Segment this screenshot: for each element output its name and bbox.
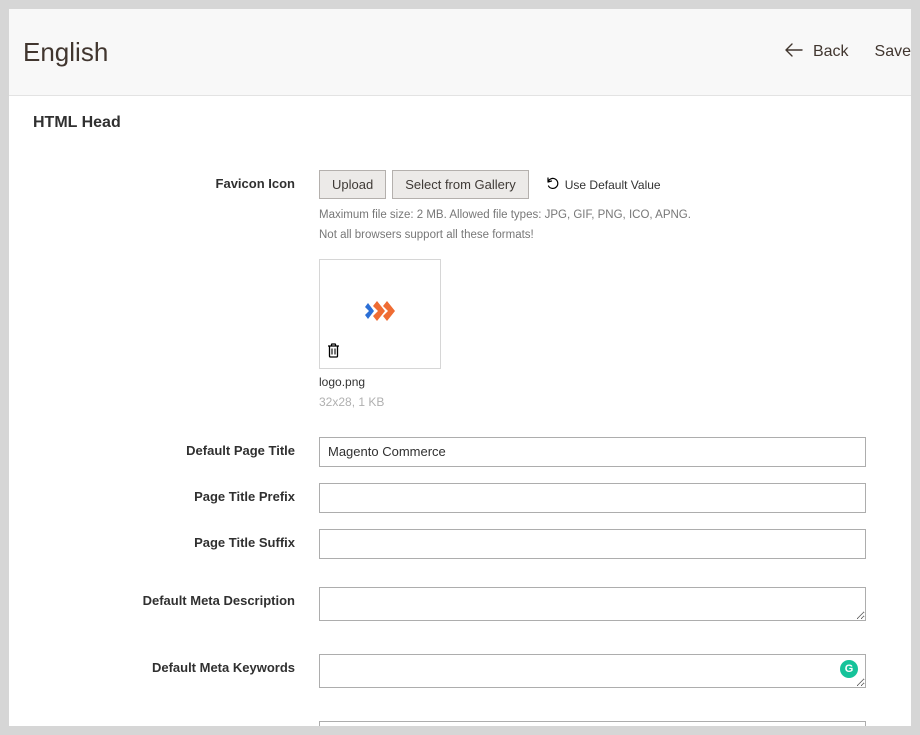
favicon-buttons: Upload Select from Gallery Use Default V… (319, 170, 866, 199)
row-title-suffix: Page Title Suffix (9, 529, 866, 559)
back-button[interactable]: Back (785, 43, 849, 62)
field-favicon: Upload Select from Gallery Use Default V… (319, 170, 866, 409)
save-button[interactable]: Save (875, 43, 911, 61)
favicon-hint-1: Maximum file size: 2 MB. Allowed file ty… (319, 207, 866, 224)
restore-default-button[interactable]: Use Default Value (545, 176, 661, 193)
label-title-prefix: Page Title Prefix (9, 483, 319, 513)
header-actions: Back Save (785, 43, 911, 62)
favicon-thumbnail (319, 259, 441, 369)
section-title: HTML Head (9, 96, 911, 132)
label-favicon: Favicon Icon (9, 170, 319, 409)
textarea-meta-keywords[interactable] (319, 654, 866, 688)
arrow-left-icon (785, 43, 803, 62)
favicon-dimensions: 32x28, 1 KB (319, 395, 866, 409)
row-meta-keywords: Default Meta Keywords (9, 654, 866, 693)
label-meta-description: Default Meta Description (9, 587, 319, 626)
page-root: English Back Save HTML Head Favicon Icon… (9, 9, 911, 726)
row-meta-description: Default Meta Description (9, 587, 866, 626)
gallery-button[interactable]: Select from Gallery (392, 170, 529, 199)
save-label: Save (875, 43, 911, 60)
label-default-page-title: Default Page Title (9, 437, 319, 467)
row-title-prefix: Page Title Prefix (9, 483, 866, 513)
label-scripts: Scripts and Style Sheets (9, 721, 319, 727)
label-meta-keywords: Default Meta Keywords (9, 654, 319, 693)
input-title-suffix[interactable] (319, 529, 866, 559)
upload-button[interactable]: Upload (319, 170, 386, 199)
row-default-page-title: Default Page Title (9, 437, 866, 467)
favicon-filename: logo.png (319, 375, 866, 389)
back-label: Back (813, 43, 849, 61)
form-area: Favicon Icon Upload Select from Gallery … (9, 132, 911, 726)
page-header: English Back Save (9, 9, 911, 96)
restore-label: Use Default Value (565, 178, 661, 192)
row-favicon: Favicon Icon Upload Select from Gallery … (9, 170, 866, 409)
textarea-scripts[interactable] (319, 721, 866, 727)
favicon-hint-2: Not all browsers support all these forma… (319, 227, 866, 244)
input-title-prefix[interactable] (319, 483, 866, 513)
logo-icon (365, 299, 395, 328)
label-title-suffix: Page Title Suffix (9, 529, 319, 559)
undo-icon (545, 176, 559, 193)
input-default-page-title[interactable] (319, 437, 866, 467)
page-title: English (23, 37, 108, 68)
textarea-meta-description[interactable] (319, 587, 866, 621)
delete-thumbnail-button[interactable] (327, 343, 340, 363)
row-scripts: Scripts and Style Sheets This will be in… (9, 721, 866, 727)
